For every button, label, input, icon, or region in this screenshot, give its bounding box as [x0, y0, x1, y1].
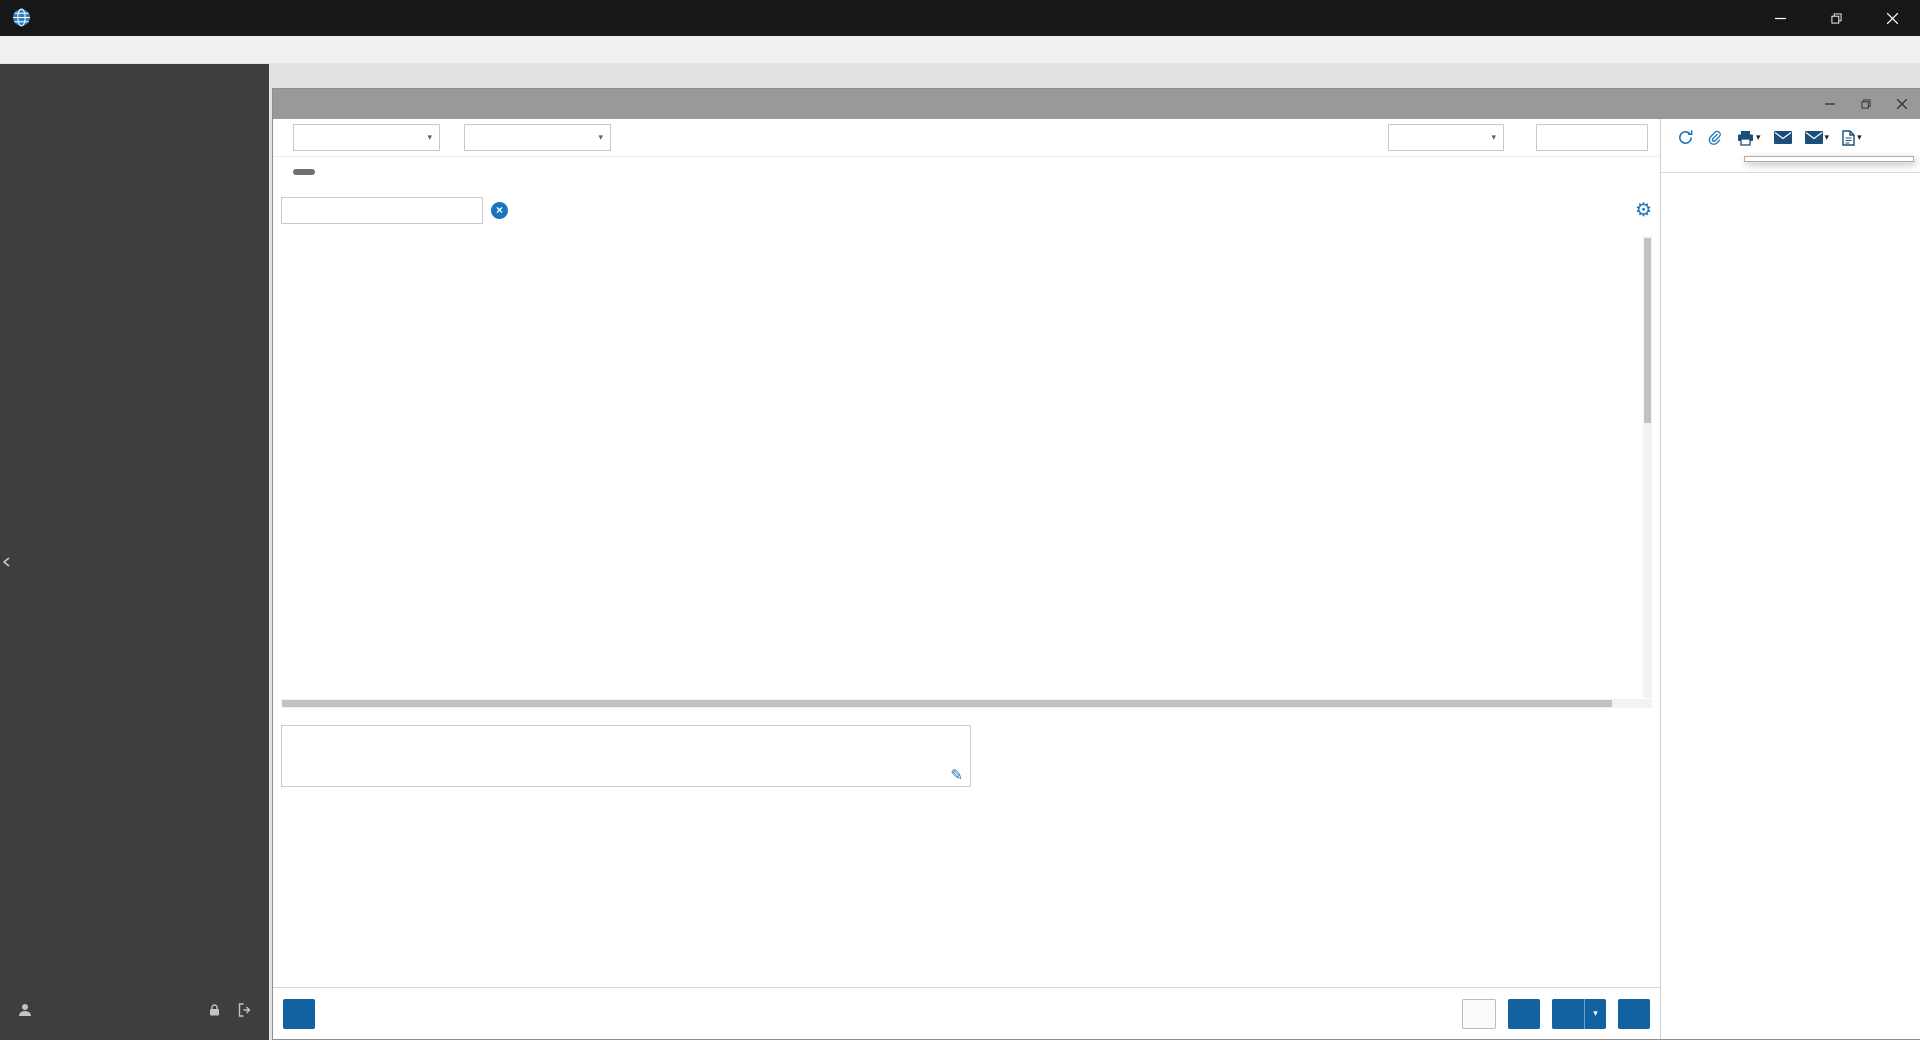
chevron-down-icon: ▾: [1857, 132, 1862, 142]
document-dropdown-icon[interactable]: ▾: [1842, 129, 1862, 146]
attachment-icon[interactable]: [1707, 129, 1724, 146]
print-menu: [1744, 156, 1914, 162]
email-dropdown-icon[interactable]: ▾: [1804, 131, 1830, 144]
summary-section: [1661, 173, 1920, 198]
user-avatar-icon: [16, 1002, 33, 1019]
window-titlebar: [0, 0, 1920, 36]
shipment-window: ▾ ▾ ▾ × ⚙ ✎ ▾ ▾ ▾ ▾: [272, 88, 1920, 1040]
table-viewport: [281, 236, 1643, 698]
app-logo-icon: [12, 8, 32, 28]
print-icon[interactable]: ▾: [1737, 130, 1761, 146]
store-select[interactable]: ▾: [1388, 124, 1504, 151]
restore-button[interactable]: [1808, 0, 1864, 36]
sidebar-collapse-handle[interactable]: [0, 551, 12, 573]
chevron-down-icon: ▾: [1824, 132, 1830, 142]
chevron-down-icon: ▾: [1491, 132, 1496, 142]
delete-order-button[interactable]: [283, 998, 315, 1029]
cancel-button[interactable]: [1462, 998, 1496, 1029]
notes-textarea[interactable]: ✎: [281, 725, 971, 787]
toolbar: ▾ ▾ ▾: [273, 119, 1660, 157]
minimize-button[interactable]: [1752, 0, 1808, 36]
right-panel: ▾ ▾ ▾: [1660, 119, 1920, 1039]
sidebar-footer: [0, 995, 269, 1040]
inner-restore-button[interactable]: [1848, 89, 1884, 119]
search-input[interactable]: [281, 197, 483, 224]
document-actions-toolbar: ▾ ▾ ▾: [1661, 119, 1920, 154]
email-icon[interactable]: [1773, 131, 1792, 144]
inner-close-button[interactable]: [1884, 89, 1920, 119]
lock-icon[interactable]: [208, 1003, 221, 1017]
save-receive-dropdown-button[interactable]: ▾: [1584, 998, 1606, 1029]
logout-icon[interactable]: [237, 1003, 253, 1017]
status-badge: [293, 169, 315, 175]
grid-settings-gear-icon[interactable]: ⚙: [1635, 201, 1652, 220]
sync-icon[interactable]: [1677, 129, 1694, 146]
chevron-down-icon: ▾: [1756, 132, 1761, 142]
forwarder-select[interactable]: ▾: [293, 124, 440, 151]
related-documents-section: [1661, 198, 1920, 212]
edit-notes-icon[interactable]: ✎: [950, 766, 963, 784]
sidebar-nav: [0, 64, 269, 66]
clear-search-button[interactable]: ×: [491, 202, 508, 219]
menubar: [0, 36, 1920, 64]
chevron-down-icon: ▾: [598, 132, 603, 142]
inner-minimize-button[interactable]: [1812, 89, 1848, 119]
grid-toolbar: × ⚙: [281, 197, 1652, 224]
reference-input[interactable]: [1536, 124, 1648, 151]
application-window: ▾ ▾ ▾ × ⚙ ✎ ▾ ▾ ▾ ▾: [0, 0, 1920, 1040]
vertical-scrollbar[interactable]: [1643, 236, 1652, 698]
close-button[interactable]: [1864, 0, 1920, 36]
document-tabs: [269, 64, 1920, 88]
save-receive-button[interactable]: [1552, 998, 1584, 1029]
sidebar: [0, 64, 269, 1040]
save-button[interactable]: [1508, 998, 1540, 1029]
form-sheet: × ⚙ ✎: [273, 157, 1660, 987]
horizontal-scrollbar-thumb[interactable]: [282, 700, 1612, 707]
horizontal-scrollbar[interactable]: [281, 699, 1652, 708]
action-bar: ▾: [273, 987, 1660, 1039]
chevron-down-icon: ▾: [427, 132, 432, 142]
app-version: [0, 1025, 269, 1034]
inner-window-titlebar: [273, 89, 1920, 119]
shipper-select[interactable]: ▾: [464, 124, 611, 151]
save-auto-receive-button[interactable]: [1618, 998, 1650, 1029]
vertical-scrollbar-thumb[interactable]: [1644, 238, 1651, 423]
